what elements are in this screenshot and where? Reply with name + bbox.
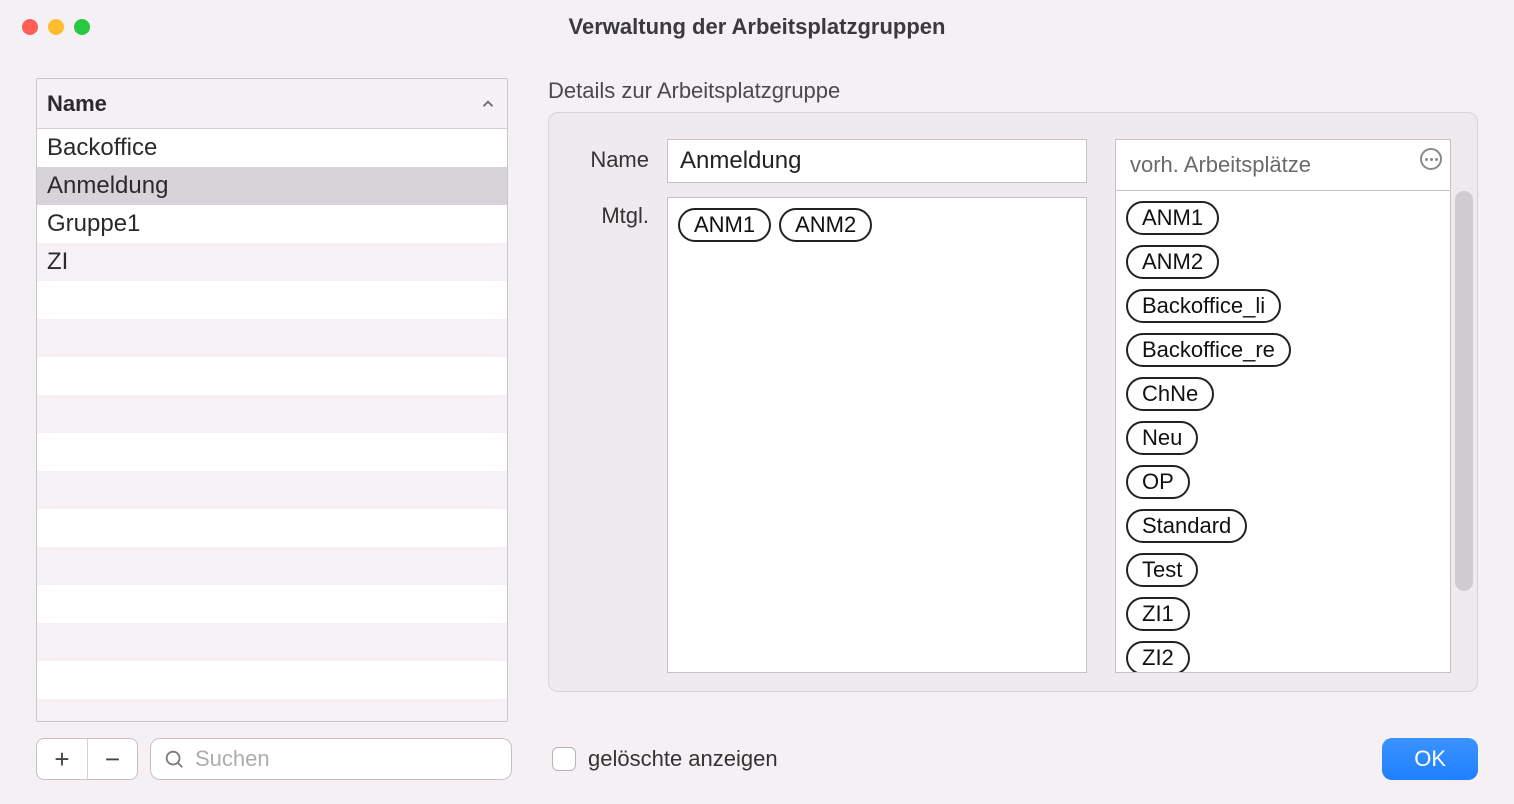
available-pill[interactable]: ANM1 bbox=[1126, 201, 1219, 235]
details-section-label: Details zur Arbeitsplatzgruppe bbox=[548, 78, 1478, 104]
member-pill[interactable]: ANM1 bbox=[678, 208, 771, 242]
available-pill[interactable]: ChNe bbox=[1126, 377, 1214, 411]
list-item[interactable] bbox=[37, 395, 507, 433]
available-pill[interactable]: ZI2 bbox=[1126, 641, 1190, 673]
show-deleted-label: gelöschte anzeigen bbox=[588, 746, 778, 772]
search-field-wrap bbox=[150, 738, 512, 780]
list-item[interactable]: Backoffice bbox=[37, 129, 507, 167]
available-list[interactable]: ANM1 ANM2 Backoffice_li Backoffice_re ChNe Ne… bbox=[1115, 191, 1451, 673]
members-box[interactable]: ANM1ANM2 bbox=[667, 197, 1087, 673]
groups-list-panel: Name BackofficeAnmeldungGruppe1ZI bbox=[36, 78, 508, 722]
search-input[interactable] bbox=[195, 746, 499, 772]
more-icon[interactable] bbox=[1420, 148, 1442, 170]
window-controls bbox=[22, 19, 90, 35]
available-pill[interactable]: Neu bbox=[1126, 421, 1198, 455]
window-title: Verwaltung der Arbeitsplatzgruppen bbox=[0, 14, 1514, 40]
available-pill[interactable]: ZI1 bbox=[1126, 597, 1190, 631]
main-area: Name BackofficeAnmeldungGruppe1ZI Detail… bbox=[36, 78, 1478, 722]
scrollbar[interactable] bbox=[1455, 191, 1473, 591]
available-header: vorh. Arbeitsplätze bbox=[1115, 139, 1451, 191]
list-header[interactable]: Name bbox=[37, 79, 507, 129]
list-item[interactable] bbox=[37, 623, 507, 661]
available-column: vorh. Arbeitsplätze ANM1 ANM2 Backoffice_l… bbox=[1115, 139, 1451, 673]
members-label: Mtgl. bbox=[601, 203, 649, 229]
available-pill[interactable]: Standard bbox=[1126, 509, 1247, 543]
footer: + − gelöschte anzeigen OK bbox=[36, 734, 1478, 784]
show-deleted-checkbox[interactable] bbox=[552, 747, 576, 771]
sort-chevron-icon bbox=[479, 95, 497, 113]
list-item[interactable]: Anmeldung bbox=[37, 167, 507, 205]
list-item[interactable] bbox=[37, 471, 507, 509]
minimize-window-button[interactable] bbox=[48, 19, 64, 35]
available-pill[interactable]: OP bbox=[1126, 465, 1190, 499]
show-deleted-row[interactable]: gelöschte anzeigen bbox=[552, 746, 778, 772]
add-remove-group: + − bbox=[36, 738, 138, 780]
list-item[interactable] bbox=[37, 433, 507, 471]
list-item[interactable] bbox=[37, 319, 507, 357]
close-window-button[interactable] bbox=[22, 19, 38, 35]
list-item[interactable]: Gruppe1 bbox=[37, 205, 507, 243]
list-header-label: Name bbox=[47, 91, 107, 117]
field-inputs: ANM1ANM2 bbox=[667, 139, 1087, 673]
name-label: Name bbox=[590, 147, 649, 173]
available-pill[interactable]: Backoffice_re bbox=[1126, 333, 1291, 367]
groups-list[interactable]: BackofficeAnmeldungGruppe1ZI bbox=[37, 129, 507, 721]
ok-button[interactable]: OK bbox=[1382, 738, 1478, 780]
search-icon bbox=[163, 748, 185, 770]
maximize-window-button[interactable] bbox=[74, 19, 90, 35]
add-button[interactable]: + bbox=[37, 739, 87, 779]
list-item[interactable] bbox=[37, 357, 507, 395]
titlebar: Verwaltung der Arbeitsplatzgruppen bbox=[0, 0, 1514, 54]
list-item[interactable] bbox=[37, 585, 507, 623]
remove-button[interactable]: − bbox=[87, 739, 137, 779]
available-pill[interactable]: Test bbox=[1126, 553, 1198, 587]
details-box: Name Mtgl. ANM1ANM2 vorh. Arbeitsplätze … bbox=[548, 112, 1478, 692]
list-item[interactable] bbox=[37, 281, 507, 319]
list-item[interactable]: ZI bbox=[37, 243, 507, 281]
list-item[interactable] bbox=[37, 509, 507, 547]
details-panel: Details zur Arbeitsplatzgruppe Name Mtgl… bbox=[548, 78, 1478, 722]
available-header-label: vorh. Arbeitsplätze bbox=[1130, 152, 1311, 178]
available-pill[interactable]: Backoffice_li bbox=[1126, 289, 1281, 323]
list-item[interactable] bbox=[37, 699, 507, 721]
list-item[interactable] bbox=[37, 661, 507, 699]
member-pill[interactable]: ANM2 bbox=[779, 208, 872, 242]
list-item[interactable] bbox=[37, 547, 507, 585]
available-pill[interactable]: ANM2 bbox=[1126, 245, 1219, 279]
form-column: Name Mtgl. ANM1ANM2 bbox=[575, 139, 1087, 673]
name-input[interactable] bbox=[667, 139, 1087, 183]
field-labels: Name Mtgl. bbox=[575, 139, 649, 673]
